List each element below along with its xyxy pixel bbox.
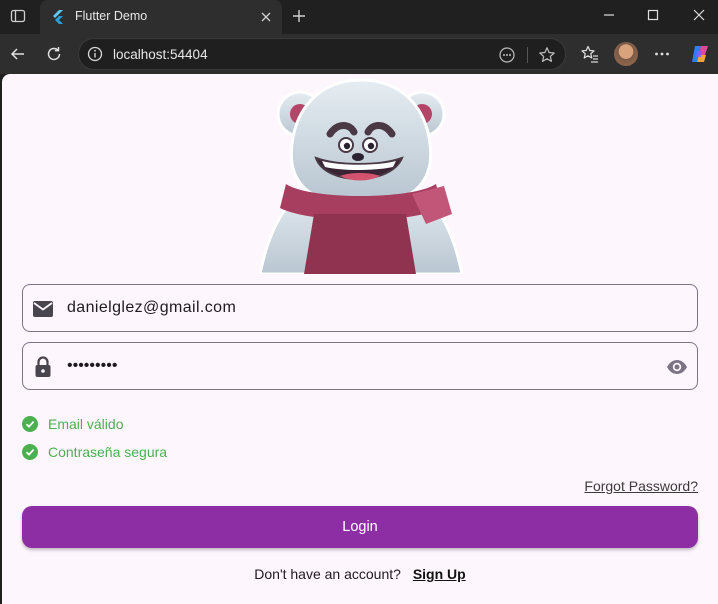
eye-icon[interactable] — [665, 355, 689, 379]
url-text[interactable]: localhost:54404 — [113, 47, 208, 62]
minimize-icon[interactable] — [596, 4, 622, 26]
browser-tab-strip: Flutter Demo — [0, 0, 718, 34]
copilot-icon[interactable] — [688, 42, 712, 66]
signup-link[interactable]: Sign Up — [413, 566, 466, 582]
more-horizontal-icon[interactable] — [650, 42, 674, 66]
email-field[interactable]: danielglez@gmail.com — [22, 284, 698, 332]
tab-actions-icon[interactable] — [6, 4, 30, 28]
password-field[interactable]: ••••••••• — [22, 342, 698, 390]
login-button[interactable]: Login — [22, 506, 698, 548]
close-icon[interactable] — [258, 9, 274, 25]
validation-text: Contraseña segura — [48, 444, 168, 460]
tab-title: Flutter Demo — [75, 9, 148, 23]
address-bar[interactable]: localhost:54404 — [78, 38, 566, 70]
forgot-password-link[interactable]: Forgot Password? — [584, 478, 698, 494]
browser-toolbar: localhost:54404 — [0, 34, 718, 74]
login-button-label: Login — [342, 519, 378, 535]
info-icon[interactable] — [87, 46, 103, 62]
divider — [527, 47, 528, 63]
login-page: danielglez@gmail.com ••••••••• Email vál… — [2, 74, 718, 604]
email-icon — [31, 297, 55, 321]
avatar[interactable] — [614, 42, 638, 66]
email-validation: Email válido — [22, 414, 123, 434]
password-validation: Contraseña segura — [22, 442, 167, 462]
more-horizontal-circle-icon[interactable] — [497, 45, 517, 65]
plus-icon[interactable] — [288, 5, 310, 27]
signup-prompt: Don't have an account? — [254, 566, 401, 582]
email-input-value[interactable]: danielglez@gmail.com — [67, 299, 236, 317]
signup-row: Don't have an account? Sign Up — [2, 566, 718, 582]
flutter-logo-icon — [50, 9, 66, 25]
star-icon[interactable] — [537, 45, 557, 65]
lock-icon — [31, 355, 55, 379]
browser-tab[interactable]: Flutter Demo — [40, 0, 282, 34]
yeti-mascot-illustration — [258, 78, 464, 274]
validation-text: Email válido — [48, 416, 124, 432]
favorites-icon[interactable] — [578, 42, 602, 66]
check-circle-icon — [22, 444, 38, 460]
close-window-icon[interactable] — [686, 4, 712, 26]
back-arrow-icon[interactable] — [6, 42, 30, 66]
password-input-value[interactable]: ••••••••• — [67, 357, 117, 375]
refresh-icon[interactable] — [42, 42, 66, 66]
check-circle-icon — [22, 416, 38, 432]
maximize-icon[interactable] — [640, 4, 666, 26]
